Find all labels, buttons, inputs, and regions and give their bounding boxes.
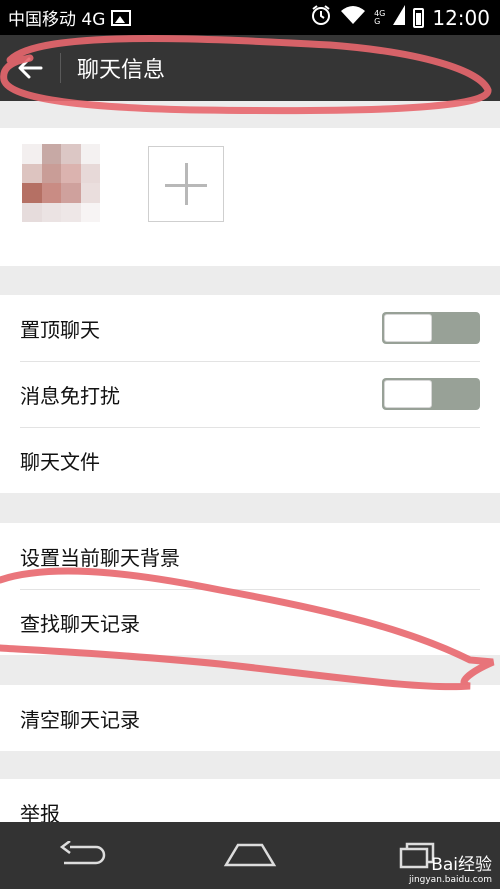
nav-back-button[interactable]: [53, 836, 113, 876]
mute-notifications-label: 消息免打扰: [20, 383, 120, 408]
image-notification-icon: [111, 9, 132, 26]
network-type-icon: 4G G: [374, 9, 385, 26]
search-chat-history-row[interactable]: 查找聊天记录: [0, 589, 500, 655]
chat-files-row[interactable]: 聊天文件: [0, 427, 500, 493]
settings-group-2: 设置当前聊天背景 查找聊天记录: [0, 523, 500, 655]
chat-background-row[interactable]: 设置当前聊天背景: [0, 523, 500, 589]
mute-notifications-toggle[interactable]: [382, 378, 480, 410]
nav-home-icon: [223, 843, 277, 866]
pin-chat-toggle[interactable]: [382, 312, 480, 344]
watermark-url: jingyan.baidu.com: [408, 875, 492, 885]
nav-home-button[interactable]: [220, 836, 280, 876]
arrow-left-icon: [18, 57, 43, 79]
clear-chat-history-row[interactable]: 清空聊天记录: [0, 685, 500, 751]
page-title: 聊天信息: [77, 58, 166, 83]
signal-icon: [393, 5, 406, 30]
wifi-icon: [340, 5, 366, 30]
title-divider: [60, 53, 61, 83]
network-type-bottom: G: [374, 16, 381, 26]
watermark-brand: Bai经验: [431, 855, 492, 875]
chat-files-label: 聊天文件: [20, 449, 100, 474]
pin-chat-row[interactable]: 置顶聊天: [0, 295, 500, 361]
carrier-label: 中国移动 4G: [8, 10, 106, 30]
settings-group-1: 置顶聊天 消息免打扰 聊天文件: [0, 295, 500, 493]
baidu-jingyan-watermark: Bai经验 jingyan.baidu.com: [409, 850, 492, 885]
status-bar: 中国移动 4G 4G G 12:00: [0, 0, 500, 35]
clear-chat-history-label: 清空聊天记录: [20, 707, 140, 732]
settings-group-3: 清空聊天记录: [0, 685, 500, 751]
battery-icon: [413, 7, 425, 28]
mute-notifications-row[interactable]: 消息免打扰: [0, 361, 500, 427]
nav-back-icon: [60, 840, 106, 864]
avatar[interactable]: [22, 144, 100, 222]
search-chat-history-label: 查找聊天记录: [20, 611, 140, 636]
member-section: [0, 128, 500, 266]
chat-background-label: 设置当前聊天背景: [20, 545, 180, 570]
alarm-icon: [310, 4, 332, 31]
add-member-button[interactable]: [148, 146, 224, 222]
toggle-knob: [384, 314, 432, 342]
title-bar: 聊天信息: [0, 35, 500, 101]
clock: 12:00: [432, 5, 490, 30]
back-button[interactable]: [0, 35, 60, 101]
pin-chat-label: 置顶聊天: [20, 317, 100, 342]
toggle-knob: [384, 380, 432, 408]
